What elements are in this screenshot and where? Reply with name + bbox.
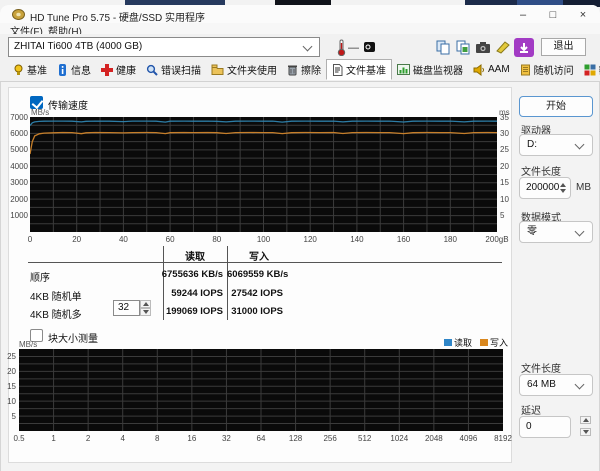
benchmark-icon bbox=[14, 64, 23, 75]
table-divider bbox=[28, 262, 502, 263]
chart2-legend: 读取 写入 bbox=[380, 336, 508, 349]
4kb-single-write-value: 27542 IOPS bbox=[231, 288, 283, 299]
sequential-read-value: 6755636 KB/s bbox=[161, 269, 223, 280]
device-select[interactable]: ZHITAI Ti600 4TB (4000 GB) bbox=[8, 37, 320, 57]
tab-folder-usage[interactable]: 文件夹使用 bbox=[206, 59, 282, 80]
maximize-button[interactable]: □ bbox=[538, 8, 568, 24]
4kb-multi-write-value: 31000 IOPS bbox=[231, 306, 283, 317]
block-size-label: 块大小测量 bbox=[48, 334, 98, 345]
chevron-down-icon bbox=[574, 226, 585, 237]
col-header-write: 写入 bbox=[249, 252, 269, 263]
aam-icon bbox=[473, 63, 484, 76]
queue-depth-down-button[interactable] bbox=[140, 308, 151, 316]
delay-up-button[interactable] bbox=[580, 416, 591, 424]
exit-button[interactable]: 退出 bbox=[541, 38, 586, 56]
device-select-value: ZHITAI Ti600 4TB (4000 GB) bbox=[14, 41, 143, 52]
disk-monitor-icon bbox=[397, 64, 410, 75]
temperature-unit-icon[interactable] bbox=[360, 38, 378, 56]
sequential-write-value: 6069559 KB/s bbox=[227, 269, 289, 280]
file-benchmark-icon bbox=[333, 63, 343, 76]
tab-file-benchmark[interactable]: 文件基准 bbox=[326, 59, 392, 80]
4kb-multi-read-value: 199069 IOPS bbox=[165, 306, 223, 317]
info-icon bbox=[59, 63, 66, 76]
row-4kb-single-label: 4KB 随机单 bbox=[30, 292, 82, 303]
drive-select[interactable]: D: bbox=[519, 134, 593, 156]
row-4kb-multi-label: 4KB 随机多 bbox=[30, 310, 82, 321]
tab-bar: 基准 信息 健康 错误扫描 文件夹使用 擦除 文件基准 磁盘监视器 AAM 随机… bbox=[0, 58, 600, 82]
tab-aam[interactable]: AAM bbox=[468, 59, 515, 80]
read-swatch-icon bbox=[443, 339, 452, 346]
tab-health[interactable]: 健康 bbox=[96, 59, 141, 80]
queue-depth-up-button[interactable] bbox=[140, 300, 151, 308]
tab-benchmark[interactable]: 基准 bbox=[8, 59, 52, 80]
data-pattern-select[interactable]: 零 bbox=[519, 221, 593, 243]
tab-info[interactable]: 信息 bbox=[52, 59, 96, 80]
random-access-icon bbox=[520, 64, 530, 75]
file-length2-label: 文件长度 bbox=[521, 364, 561, 375]
file-length-spin-buttons[interactable] bbox=[557, 179, 569, 197]
tab-extra-tests[interactable]: 额外测试 bbox=[579, 59, 600, 80]
health-icon bbox=[101, 63, 113, 76]
tab-erase[interactable]: 擦除 bbox=[282, 59, 326, 80]
chart1-y-unit-left: MB/s bbox=[31, 108, 50, 117]
file-length2-select[interactable]: 64 MB bbox=[519, 374, 593, 396]
file-length-unit: MB bbox=[576, 182, 591, 193]
minimize-button[interactable]: – bbox=[508, 8, 538, 24]
error-scan-icon bbox=[146, 64, 158, 76]
chevron-down-icon bbox=[302, 41, 313, 52]
chevron-down-icon bbox=[574, 379, 585, 390]
temperature-value: — bbox=[348, 42, 359, 54]
delay-stepper[interactable]: 0 bbox=[519, 416, 571, 438]
title-bar: HD Tune Pro 5.75 - 硬盘/SSD 实用程序 – □ × bbox=[0, 5, 600, 24]
app-icon bbox=[12, 9, 25, 20]
extra-tests-icon bbox=[584, 64, 596, 75]
legend-write: 写入 bbox=[479, 336, 508, 349]
transfer-speed-chart bbox=[30, 117, 497, 232]
chart2-y-unit: MB/s bbox=[19, 340, 38, 349]
folder-usage-icon bbox=[211, 64, 224, 75]
tab-random-access[interactable]: 随机访问 bbox=[515, 59, 579, 80]
tab-disk-monitor[interactable]: 磁盘监视器 bbox=[392, 59, 468, 80]
queue-depth-stepper[interactable]: 32 bbox=[113, 300, 140, 316]
window-title: HD Tune Pro 5.75 - 硬盘/SSD 实用程序 bbox=[30, 13, 206, 24]
copy-text-icon[interactable] bbox=[434, 38, 452, 56]
chevron-down-icon bbox=[574, 139, 585, 150]
4kb-single-read-value: 59244 IOPS bbox=[171, 288, 223, 299]
write-swatch-icon bbox=[479, 339, 488, 346]
chart1-y-unit-right: ms bbox=[499, 108, 510, 117]
start-button[interactable]: 开始 bbox=[519, 96, 593, 117]
file-length-label: 文件长度 bbox=[521, 167, 561, 178]
delay-label: 延迟 bbox=[521, 406, 541, 417]
transfer-speed-label: 传输速度 bbox=[48, 101, 88, 112]
legend-read: 读取 bbox=[443, 336, 472, 349]
delay-down-button[interactable] bbox=[580, 428, 591, 436]
tab-error-scan[interactable]: 错误扫描 bbox=[141, 59, 206, 80]
close-button[interactable]: × bbox=[568, 8, 598, 24]
download-update-icon[interactable] bbox=[514, 38, 534, 57]
notes-icon[interactable] bbox=[494, 38, 512, 56]
row-sequential-label: 顺序 bbox=[30, 273, 50, 284]
erase-icon bbox=[288, 65, 297, 75]
col-header-read: 读取 bbox=[185, 252, 205, 263]
block-size-chart bbox=[19, 349, 503, 431]
screenshot-camera-icon[interactable] bbox=[474, 38, 492, 56]
copy-image-icon[interactable] bbox=[454, 38, 472, 56]
